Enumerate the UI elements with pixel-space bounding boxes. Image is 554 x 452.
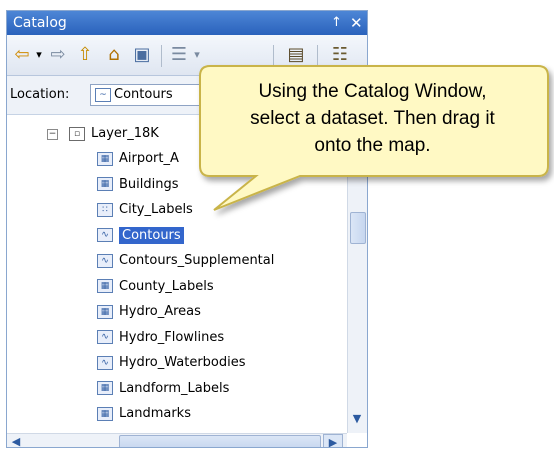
callout-line: Using the Catalog Window, [258, 81, 487, 102]
callout-balloon [199, 65, 549, 211]
callout-text: Using the Catalog Window, select a datas… [200, 78, 545, 159]
callout-line: onto the map. [314, 135, 431, 156]
callout-line: select a dataset. Then drag it [250, 108, 495, 129]
